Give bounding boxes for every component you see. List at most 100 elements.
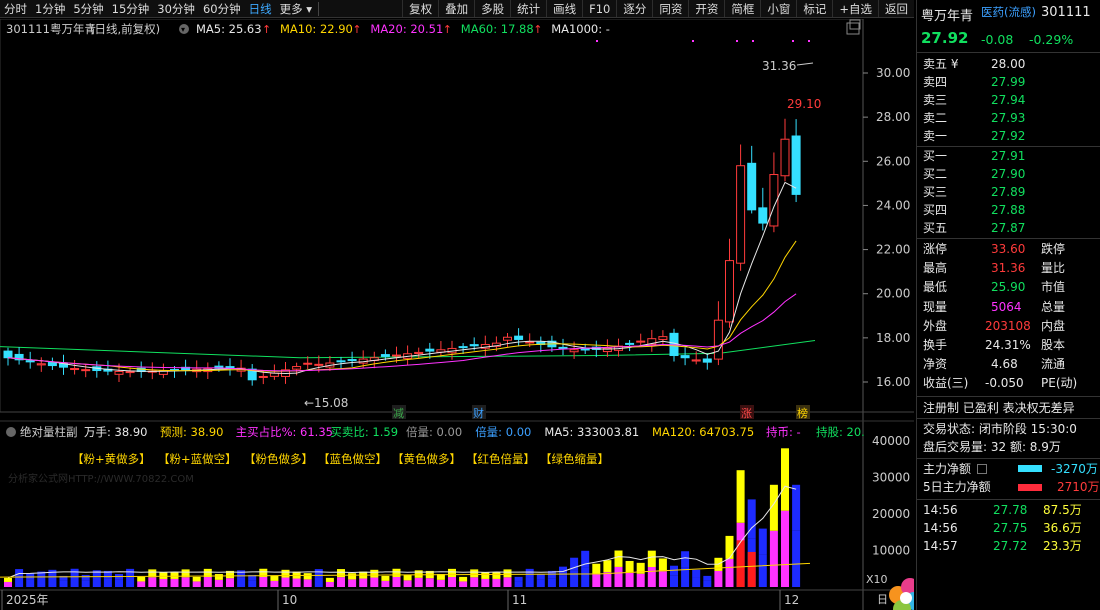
vol-bar-base: [37, 578, 46, 587]
period-2[interactable]: 5分钟: [69, 0, 107, 17]
vol-bar-top: [4, 577, 12, 582]
legend-item-6: 【绿色缩量】: [540, 452, 609, 466]
ask-price-1[interactable]: 27.99: [991, 74, 1025, 91]
vol-bar-base: [103, 578, 112, 587]
ask-price-2[interactable]: 27.94: [991, 92, 1025, 109]
ma-label-0: MA5: 25.63: [196, 22, 262, 36]
period-0[interactable]: 分时: [0, 0, 31, 17]
price-change: -0.08: [981, 32, 1014, 47]
sub-item-1: 主买占比%: 61.35: [236, 425, 333, 439]
period-3[interactable]: 15分钟: [108, 0, 154, 17]
volume-indicator-header: 绝对量柱副 万手: 38.90 预测: 38.90 主买占比%: 61.35买卖比: …: [6, 425, 865, 439]
day-tag: 日: [877, 593, 888, 606]
vol-bar-base: [681, 567, 690, 587]
vol-bar-top: [459, 576, 468, 582]
vol-bar-base: [226, 578, 234, 587]
ask-price-3[interactable]: 27.93: [991, 110, 1025, 127]
period-5[interactable]: 60分钟: [199, 0, 245, 17]
vol-bar-base: [359, 578, 368, 587]
event-marker-2[interactable]: 涨: [741, 407, 752, 420]
tool-button-0[interactable]: 复权: [402, 0, 438, 17]
bid-price-3[interactable]: 27.88: [991, 202, 1025, 219]
candle-body: [125, 371, 135, 374]
tool-button-3[interactable]: 统计: [510, 0, 546, 17]
tool-button-10[interactable]: 小窗: [760, 0, 796, 17]
price-tick-5: 20.00: [876, 287, 910, 301]
vol-bar-top: [281, 569, 290, 578]
tool-button-8[interactable]: 开资: [688, 0, 724, 17]
ask-price-4[interactable]: 27.92: [991, 128, 1025, 145]
period-7[interactable]: 更多 ▾: [276, 0, 316, 17]
up-arrow-icon: ↑: [533, 23, 542, 36]
quote-sector[interactable]: 医药(流感): [981, 4, 1036, 20]
sub-item-4: 倍量: 0.00: [475, 425, 531, 439]
tool-button-2[interactable]: 多股: [474, 0, 510, 17]
vol-bar-base: [559, 575, 567, 587]
ask-price-0[interactable]: 28.00: [991, 56, 1025, 73]
vol-ma5-line: [7, 485, 797, 579]
vol-bar-base: [470, 577, 479, 587]
sub-title: 绝对量柱副: [20, 425, 78, 439]
vol-bar-base: [425, 578, 434, 587]
legend-item-2: 【粉色做多】: [244, 452, 313, 466]
ma-label-2: MA20: 20.51: [370, 22, 443, 36]
bid-price-1[interactable]: 27.90: [991, 166, 1025, 183]
period-1[interactable]: 1分钟: [31, 0, 69, 17]
candle-body: [114, 370, 124, 375]
ask-label-0: 卖五 ¥: [923, 57, 959, 71]
legend-item-0: 【粉+黄做多】: [72, 452, 151, 466]
event-marker-1[interactable]: 财: [473, 406, 484, 420]
volume-bars: [4, 448, 801, 587]
sub-item-3: 倍量: 0.00: [406, 425, 462, 439]
candle-body: [791, 135, 801, 195]
stat-label-7: 收益(三): [923, 376, 969, 391]
vol-bar-base: [381, 580, 390, 587]
vol-bar-top: [792, 484, 801, 531]
tool-button-6[interactable]: 逐分: [616, 0, 652, 17]
watermark-text: 分析家公式网HTTP://WWW.70822.COM: [8, 472, 194, 485]
tool-button-11[interactable]: 标记: [796, 0, 832, 17]
candle-body: [458, 346, 468, 349]
vol-bar-base: [636, 573, 645, 587]
vol-bar-base: [625, 572, 634, 587]
tool-button-9[interactable]: 简框: [724, 0, 760, 17]
main-net5-label: 5日主力净额: [923, 480, 991, 494]
candle-body: [525, 341, 535, 344]
signal-dot: [736, 40, 738, 42]
info-box-icon[interactable]: [977, 464, 987, 474]
bid-price-0[interactable]: 27.91: [991, 148, 1025, 165]
price-tick-7: 16.00: [876, 375, 910, 389]
up-arrow-icon: ↑: [352, 23, 361, 36]
tick-time-2: 14:57: [923, 539, 958, 553]
vol-bar-top: [625, 560, 634, 573]
period-6[interactable]: 日线: [245, 0, 276, 17]
chart-canvas[interactable]: 301111 粤万年青 (日线,前复权) ▾ MA5: 25.63 ↑ MA10: …: [0, 18, 1038, 610]
candle-body: [336, 360, 346, 363]
bid-price-2[interactable]: 27.89: [991, 184, 1025, 201]
signal-dot: [808, 40, 810, 42]
stat-value-3: 5064: [991, 299, 1022, 314]
candle-body: [392, 354, 401, 357]
event-marker-0[interactable]: 减: [393, 407, 404, 420]
bid-price-4[interactable]: 27.87: [991, 220, 1025, 237]
main-net-label: 主力净额: [923, 462, 972, 476]
tool-button-4[interactable]: 画线: [546, 0, 582, 17]
price-tick-2: 26.00: [876, 154, 910, 168]
stock-code: 301111: [6, 22, 50, 36]
tool-button-5[interactable]: F10: [582, 0, 616, 17]
kline-chart-area[interactable]: 301111 粤万年青 (日线,前复权) ▾ MA5: 25.63 ↑ MA10: …: [0, 18, 1038, 610]
bid-label-2: 买三: [923, 185, 948, 199]
tool-button-12[interactable]: +自选: [832, 0, 878, 17]
tool-button-1[interactable]: 叠加: [438, 0, 474, 17]
tool-button-13[interactable]: 返回: [878, 0, 914, 17]
period-4[interactable]: 30分钟: [153, 0, 199, 17]
tick-price-0: 27.78: [993, 503, 1028, 517]
stat-label-0: 涨停: [923, 242, 948, 256]
vol-bar-top: [781, 448, 789, 511]
sub-dropdown-icon[interactable]: [6, 427, 16, 437]
vol-bar-base: [325, 581, 334, 587]
event-marker-3[interactable]: 榜: [797, 406, 808, 420]
vol-bar-top: [159, 572, 168, 579]
main-net5-bar: [1018, 484, 1042, 491]
tool-button-7[interactable]: 同资: [652, 0, 688, 17]
